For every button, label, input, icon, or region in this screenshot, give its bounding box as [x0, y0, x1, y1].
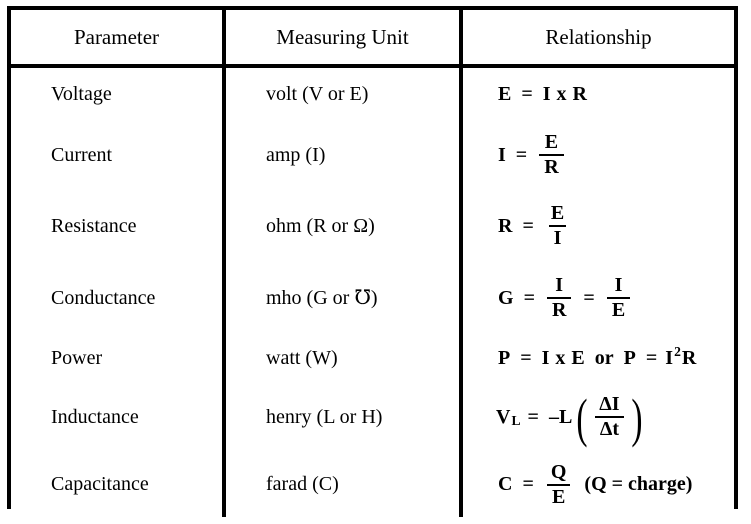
relationship-current: I = E R [461, 120, 734, 190]
relationship-capacitance: C = Q E (Q = charge) [461, 452, 734, 517]
fraction: Q E [546, 460, 572, 508]
equations-table-container: Parameter Measuring Unit Relationship Vo… [7, 6, 738, 517]
fraction: E R [539, 131, 564, 178]
formula-term: E [498, 82, 512, 105]
fraction-numerator: I [555, 274, 564, 296]
formula-term: I [665, 346, 674, 369]
unit-voltage: volt (V or E) [224, 66, 463, 120]
relationship-inductance: VL = –L ( ΔI Δt ) [461, 382, 734, 452]
formula-term: I [542, 82, 551, 105]
formula-term: V [496, 405, 511, 428]
parameter-inductance: Inductance [11, 382, 226, 452]
formula-operator: = [522, 473, 534, 495]
table-row: Current amp (I) I = E R [11, 120, 734, 190]
relationship-conductance: G = I R = I E [461, 262, 734, 334]
formula-operator: = [515, 143, 528, 166]
formula-term: C [498, 473, 513, 495]
fraction-numerator: E [544, 131, 559, 153]
fraction-numerator: Q [550, 460, 567, 483]
fraction-numerator: E [550, 202, 565, 224]
formula-power: P = I x E or P = I2R [495, 344, 697, 370]
column-header-relationship: Relationship [461, 10, 734, 68]
parameter-conductance: Conductance [11, 262, 226, 334]
formula-term: R [681, 346, 697, 369]
formula-term: P [498, 346, 511, 369]
table-row: Power watt (W) P = I x E or P = I2R [11, 334, 734, 382]
table-row: Capacitance farad (C) C = Q E (Q = charg… [11, 452, 734, 517]
column-header-measuring-unit: Measuring Unit [224, 10, 463, 68]
formula-term: R [498, 214, 513, 237]
unit-resistance: ohm (R or Ω) [224, 190, 463, 262]
formula-operator: = [527, 405, 539, 428]
formula-operator: x [556, 82, 567, 105]
column-header-parameter: Parameter [11, 10, 226, 68]
formula-term: P [623, 346, 636, 369]
formula-operator: = [521, 82, 533, 105]
formula-voltage: E = I x R [495, 83, 590, 106]
formula-conductance: G = I R = I E [495, 275, 635, 321]
table-header-row: Parameter Measuring Unit Relationship [11, 10, 734, 68]
formula-subscript: L [511, 413, 521, 429]
formula-term: I [498, 143, 506, 166]
fraction-denominator: Δt [594, 416, 625, 440]
fraction-denominator: R [546, 297, 572, 321]
fraction: I R [546, 274, 572, 321]
formula-capacitance: C = Q E (Q = charge) [495, 460, 693, 508]
formula-operator: = [523, 286, 535, 309]
formula-term: I [541, 346, 550, 369]
fraction-denominator: I [548, 225, 567, 249]
table-header: Parameter Measuring Unit Relationship [11, 10, 734, 68]
parameter-power: Power [11, 334, 226, 382]
formula-resistance: R = E I [495, 203, 574, 249]
unit-inductance: henry (L or H) [224, 382, 463, 452]
formula-current: I = E R [495, 132, 569, 178]
fraction-denominator: E [546, 483, 571, 508]
formula-operator: x [555, 346, 566, 369]
formula-term: G [498, 286, 514, 309]
unit-current: amp (I) [224, 120, 463, 190]
unit-conductance: mho (G or ℧) [224, 262, 463, 334]
fraction-denominator: E [606, 297, 631, 321]
fraction: I E [606, 274, 631, 321]
formula-exponent: 2 [674, 344, 681, 360]
formula-operator: = [645, 346, 658, 369]
formula-operator: = [522, 214, 534, 237]
unit-capacitance: farad (C) [224, 452, 463, 517]
formula-operator: = [520, 346, 532, 369]
relationship-voltage: E = I x R [461, 66, 734, 120]
formula-conjunction: or [594, 346, 614, 369]
parameter-current: Current [11, 120, 226, 190]
table-body: Voltage volt (V or E) E = I x R Current … [11, 66, 734, 517]
formula-operator: = [583, 286, 595, 309]
relationship-resistance: R = E I [461, 190, 734, 262]
formula-coefficient: –L [548, 405, 573, 428]
table-row: Resistance ohm (R or Ω) R = E I [11, 190, 734, 262]
fraction-denominator: R [539, 154, 564, 178]
parameter-voltage: Voltage [11, 66, 226, 120]
formula-note: (Q = charge) [584, 473, 693, 495]
table-row: Conductance mho (G or ℧) G = I R = I E [11, 262, 734, 334]
table-row: Inductance henry (L or H) VL = –L ( ΔI Δ… [11, 382, 734, 452]
parameter-capacitance: Capacitance [11, 452, 226, 517]
relationship-power: P = I x E or P = I2R [461, 334, 734, 382]
unit-power: watt (W) [224, 334, 463, 382]
fraction: E I [546, 203, 569, 249]
electrical-parameters-table: Parameter Measuring Unit Relationship Vo… [11, 10, 734, 517]
formula-term: E [571, 346, 585, 369]
table-row: Voltage volt (V or E) E = I x R [11, 66, 734, 120]
formula-inductance: VL = –L ( ΔI Δt ) [496, 388, 643, 448]
fraction: ΔI Δt [594, 393, 625, 440]
parameter-resistance: Resistance [11, 190, 226, 262]
fraction-numerator: I [614, 274, 623, 296]
fraction-numerator: ΔI [599, 393, 620, 415]
formula-term: R [572, 82, 587, 105]
